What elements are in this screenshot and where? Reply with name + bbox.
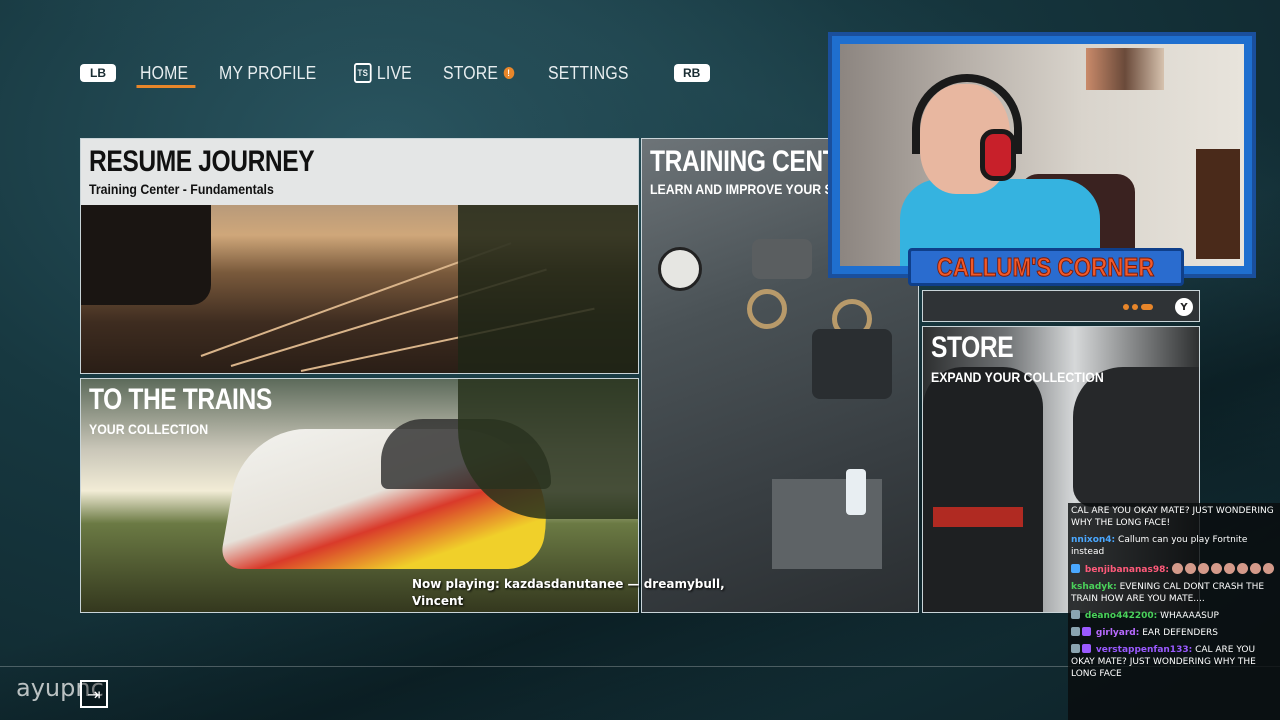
chat-message: deano442200: WHAAAASUP [1071,610,1277,622]
emote-icon [1249,563,1261,574]
chat-badge-icon [1071,627,1080,636]
chat-text: CAL ARE YOU OKAY MATE? JUST WONDERING WH… [1071,506,1274,528]
chat-text: EAR DEFENDERS [1142,628,1218,638]
rb-button[interactable]: RB [673,64,710,82]
controls [812,329,892,399]
bookshelf [1196,149,1240,259]
emote-icon [1223,563,1235,574]
brass-wheel [747,289,787,329]
y-button-icon[interactable]: Y [1175,298,1193,316]
carousel-dot-active [1141,304,1153,310]
wall-poster [1086,48,1164,90]
to-the-trains-subtitle: YOUR COLLECTION [89,421,209,437]
railway-scene-image [81,205,638,373]
chat-text: WHAAAASUP [1160,611,1219,621]
to-the-trains-title: TO THE TRAINS [89,383,272,416]
chat-username: nnixon4: [1071,535,1116,545]
headphone-cup [980,129,1016,181]
store-title: STORE [931,331,1014,364]
tab-store[interactable]: STORE ! [443,58,515,88]
chat-username: benjibananas98: [1084,565,1169,575]
tab-settings-label: SETTINGS [548,62,629,83]
chat-badge-icon [1082,627,1091,636]
chat-badge-icon [1071,610,1080,619]
trees [458,205,638,373]
carousel-dot [1132,304,1138,310]
chat-username: verstappenfan133: [1095,645,1193,655]
tab-my-profile[interactable]: MY PROFILE [219,58,316,88]
carousel-dot [1123,304,1129,310]
emote-icon [1210,563,1222,574]
chat-badge-icon [1071,644,1080,653]
chat-message: girlyard: EAR DEFENDERS [1071,627,1277,639]
streamer-banner: CALLUM'S CORNER [908,248,1184,286]
emote-icon [1197,563,1209,574]
locomotive-right [1073,367,1199,507]
chat-message: kshadyk: EVENING CAL DONT CRASH THE TRAI… [1071,581,1277,605]
locomotive-left [923,367,1043,612]
chat-message: nnixon4: Callum can you play Fortnite in… [1071,534,1277,558]
now-playing-line2: Vincent [412,594,464,608]
valve [752,239,812,279]
chat-username: girlyard: [1095,628,1140,638]
webcam-overlay: CALLUM'S CORNER [828,32,1256,286]
tab-settings[interactable]: SETTINGS [548,58,629,88]
buffer-beam [933,507,1023,527]
tab-live[interactable]: TS LIVE [353,58,412,88]
lb-button[interactable]: LB [80,64,116,82]
chat-overlay: CAL ARE YOU OKAY MATE? JUST WONDERING WH… [1068,503,1280,720]
training-center-subtitle: LEARN AND IMPROVE YOUR S [650,181,833,197]
now-playing-overlay: Now playing: kazdasdanutanee — dreamybul… [412,576,742,610]
chat-message: CAL ARE YOU OKAY MATE? JUST WONDERING WH… [1071,505,1277,529]
featured-tile[interactable]: Y [922,290,1200,322]
alert-dot-icon: ! [503,67,515,79]
carousel-dots [1123,304,1153,310]
chat-username: deano442200: [1084,611,1158,621]
live-icon: TS [353,63,372,83]
emote-icon [1262,563,1274,574]
tab-home-label: HOME [140,62,189,83]
exit-icon[interactable]: ⇥ [80,680,108,708]
now-playing-line1: Now playing: kazdasdanutanee — dreamybul… [412,577,725,591]
pressure-gauge [658,247,702,291]
tab-store-label: STORE [443,62,499,83]
chat-badge-icon [1082,644,1091,653]
chat-message: verstappenfan133: CAL ARE YOU OKAY MATE?… [1071,644,1277,680]
crossing-signal [81,205,211,305]
resume-journey-title: RESUME JOURNEY [89,145,315,178]
chat-username: kshadyk: [1071,582,1117,592]
emote-icon [1171,563,1183,574]
cup [846,469,866,515]
emote-icon [1236,563,1248,574]
store-subtitle: EXPAND YOUR COLLECTION [931,369,1104,385]
top-nav: LB HOME MY PROFILE TS LIVE STORE ! SETTI… [80,58,710,88]
webcam-feed [840,44,1244,266]
tab-my-profile-label: MY PROFILE [218,62,317,83]
resume-journey-subtitle: Training Center - Fundamentals [89,181,274,197]
chat-message: benjibananas98: [1071,563,1277,576]
tab-live-label: LIVE [376,62,412,83]
chat-badge-icon [1071,564,1080,573]
tab-home[interactable]: HOME [136,58,196,88]
training-center-title: TRAINING CENTE [650,145,854,178]
banner-text: CALLUM'S CORNER [937,251,1156,282]
resume-journey-tile[interactable]: RESUME JOURNEY Training Center - Fundame… [80,138,639,374]
emote-icon [1184,563,1196,574]
